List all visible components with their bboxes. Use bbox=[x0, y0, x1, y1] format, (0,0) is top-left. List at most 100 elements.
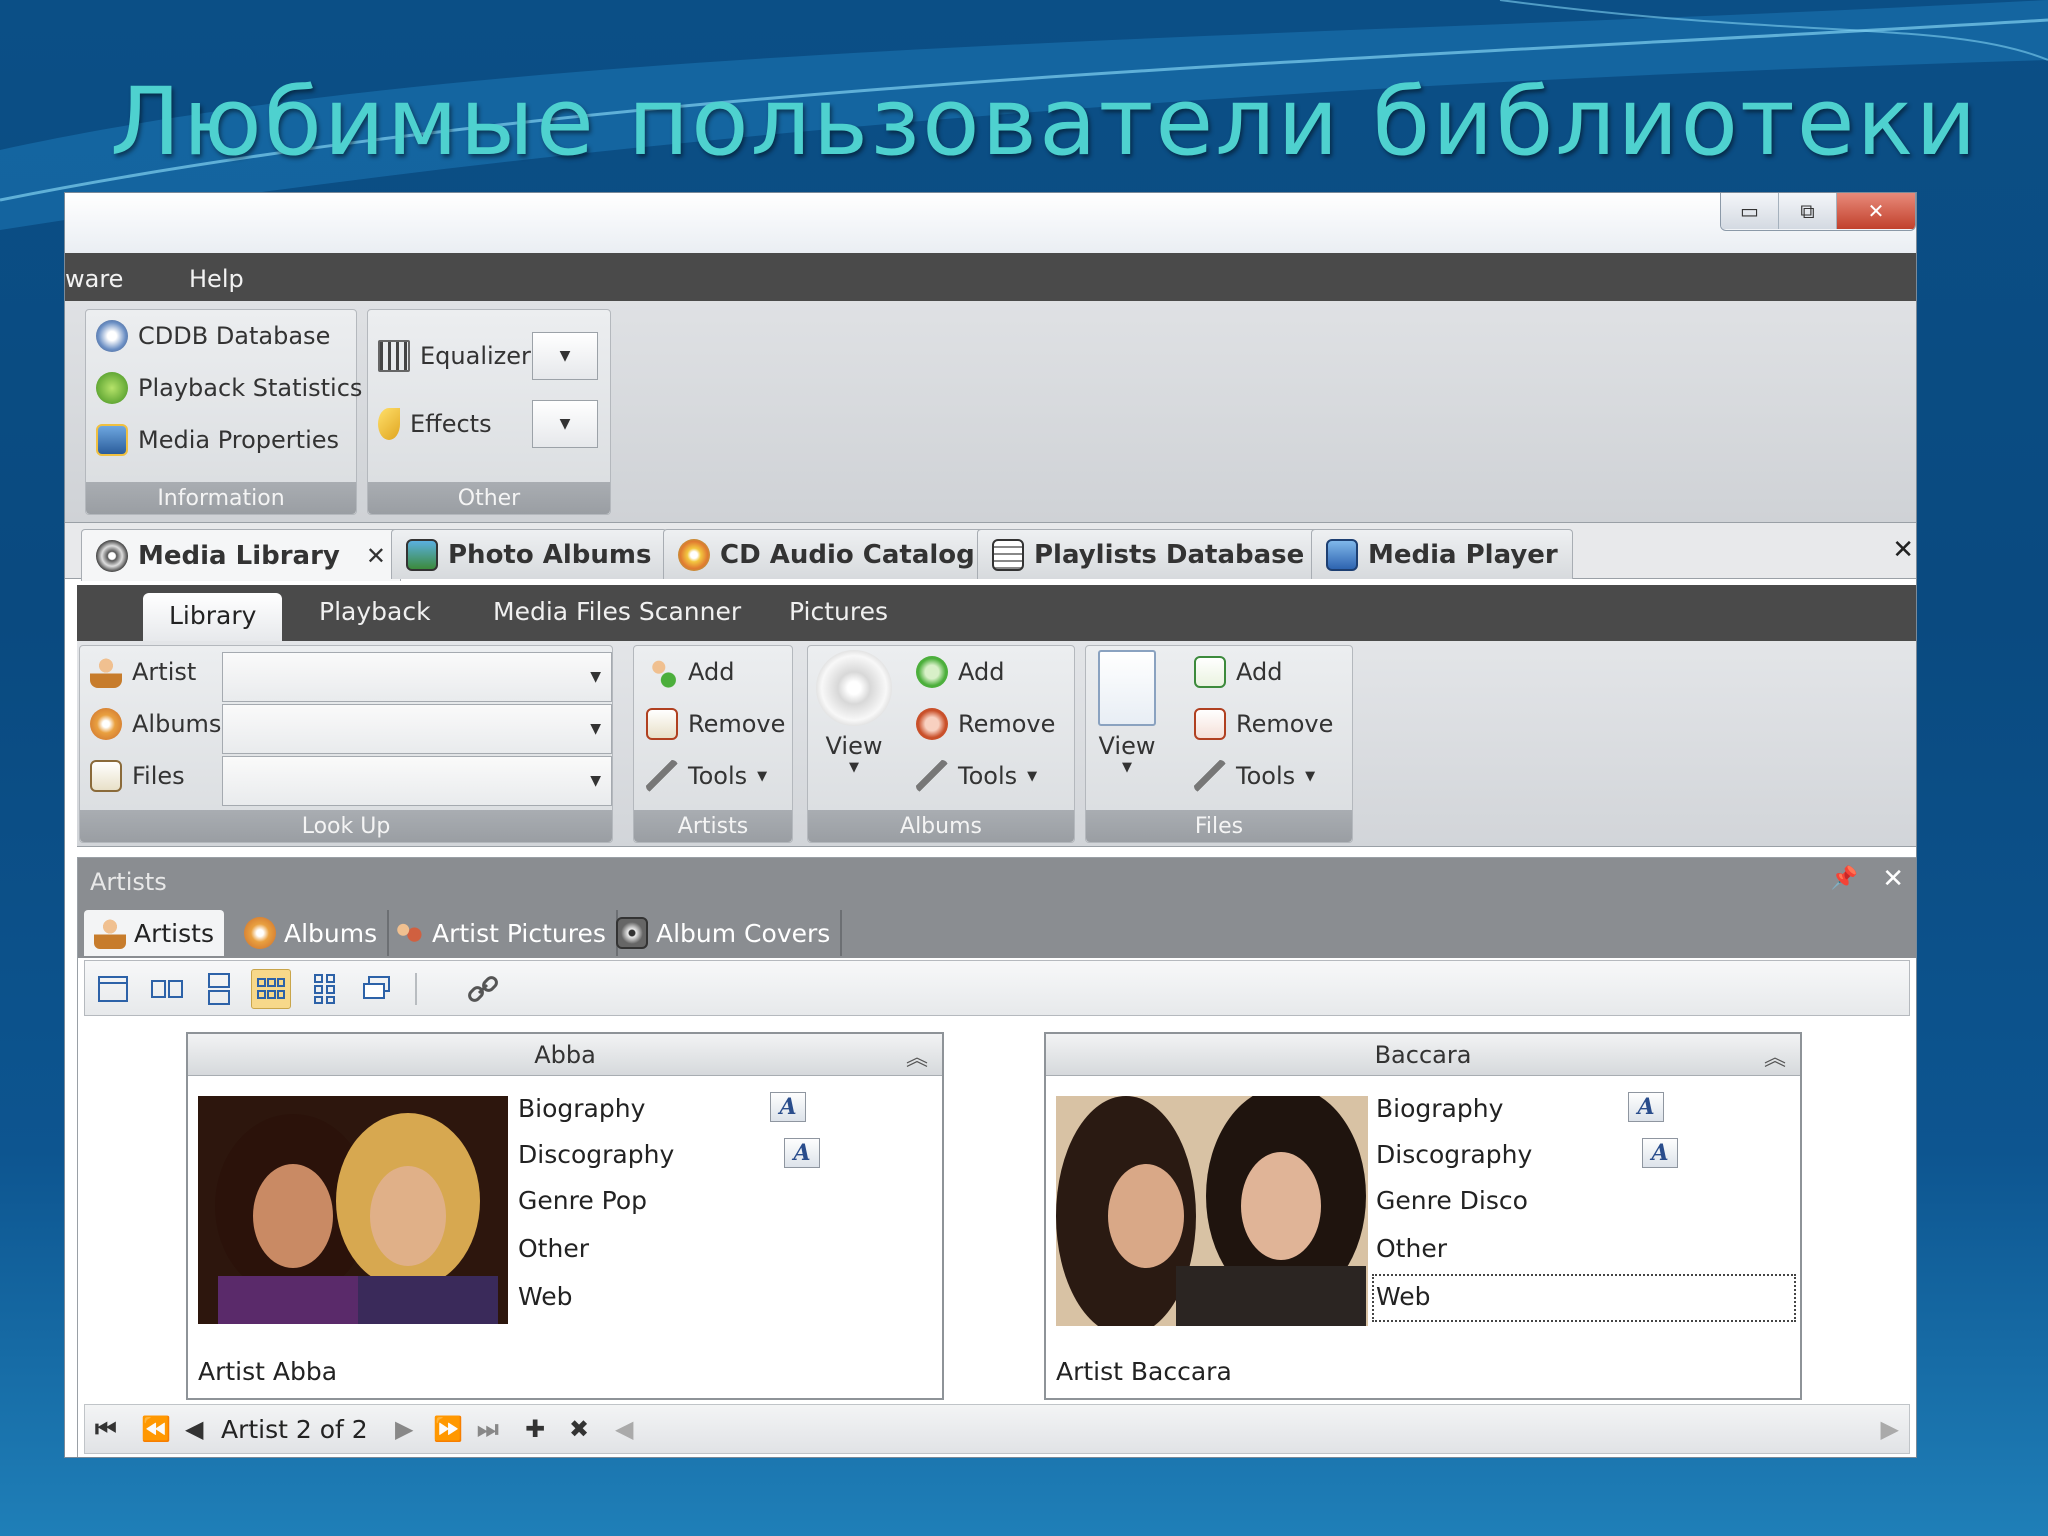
files-combo[interactable]: ▼ bbox=[222, 756, 612, 806]
tab-cd-audio-catalog[interactable]: CD Audio Catalog bbox=[663, 529, 990, 579]
tile-view-icon[interactable] bbox=[305, 969, 345, 1009]
edit-biography-icon[interactable]: A bbox=[770, 1092, 806, 1122]
tab-playlists-database[interactable]: Playlists Database bbox=[977, 529, 1320, 579]
tab-media-player-label: Media Player bbox=[1368, 539, 1558, 570]
scroll-right-icon[interactable]: ▶ bbox=[1881, 1415, 1899, 1443]
files-add-button[interactable]: Add bbox=[1194, 656, 1282, 688]
files-remove-button[interactable]: Remove bbox=[1194, 708, 1333, 740]
files-tools-button[interactable]: Tools ▼ bbox=[1194, 760, 1315, 792]
collapse-icon[interactable]: ︽ bbox=[1764, 1040, 1786, 1072]
tab-library[interactable]: Library bbox=[143, 593, 283, 641]
artists-panel: Artists 📌 ✕ Artists Albums Artist Pictur… bbox=[77, 857, 1916, 1457]
grid-view-icon[interactable] bbox=[251, 969, 291, 1009]
artists-remove-label: Remove bbox=[688, 710, 786, 738]
add-icon bbox=[646, 656, 678, 688]
remove-icon bbox=[646, 708, 678, 740]
field-discography[interactable]: Discography bbox=[518, 1140, 674, 1169]
edit-discography-icon[interactable]: A bbox=[1642, 1138, 1678, 1168]
first-record-icon[interactable]: ⏮ bbox=[95, 1415, 117, 1443]
last-record-icon[interactable]: ⏭ bbox=[477, 1415, 499, 1443]
artist-card-baccara[interactable]: Baccara ︽ Biography Discography Genre Di… bbox=[1044, 1032, 1802, 1400]
tab-media-files-scanner[interactable]: Media Files Scanner bbox=[493, 597, 741, 626]
playback-statistics-label: Playback Statistics bbox=[138, 374, 363, 402]
close-panel-icon[interactable]: ✕ bbox=[1882, 864, 1904, 894]
note-icon bbox=[1098, 650, 1156, 726]
equalizer-button[interactable]: Equalizer bbox=[378, 340, 531, 372]
carousel-view-icon[interactable] bbox=[357, 969, 397, 1009]
playback-statistics-button[interactable]: Playback Statistics bbox=[96, 372, 362, 404]
film-reel-icon bbox=[96, 539, 128, 572]
menu-help[interactable]: Help bbox=[189, 265, 244, 293]
next-record-icon[interactable]: ▶ bbox=[395, 1415, 413, 1443]
group-artists: Add Remove Tools ▼ Artists bbox=[633, 645, 793, 843]
pin-icon[interactable]: 📌 bbox=[1831, 866, 1858, 891]
delete-record-icon[interactable]: ✖ bbox=[569, 1415, 589, 1443]
media-properties-button[interactable]: Media Properties bbox=[96, 424, 339, 456]
artist-photo bbox=[1056, 1096, 1368, 1326]
toolbar-separator bbox=[415, 973, 417, 1005]
prev-page-icon[interactable]: ⏪ bbox=[141, 1415, 171, 1443]
tools-icon bbox=[646, 760, 678, 792]
albums-view-label: View bbox=[825, 732, 883, 760]
field-other[interactable]: Other bbox=[518, 1234, 589, 1263]
subtab-album-covers[interactable]: Album Covers bbox=[606, 910, 843, 956]
tab-pictures[interactable]: Pictures bbox=[789, 597, 888, 626]
equalizer-dropdown[interactable]: ▼ bbox=[532, 332, 598, 380]
next-page-icon[interactable]: ⏩ bbox=[433, 1415, 463, 1443]
artists-remove-button[interactable]: Remove bbox=[646, 708, 785, 740]
files-view-button[interactable]: View ▼ bbox=[1098, 650, 1156, 775]
field-discography[interactable]: Discography bbox=[1376, 1140, 1532, 1169]
close-all-tabs-icon[interactable]: ✕ bbox=[1892, 535, 1914, 565]
tab-cd-audio-catalog-label: CD Audio Catalog bbox=[720, 539, 975, 570]
slide-title: Любимые пользователи библиотеки bbox=[110, 68, 1979, 177]
subtab-artist-pictures[interactable]: Artist Pictures bbox=[382, 910, 618, 956]
subtab-artists[interactable]: Artists bbox=[84, 910, 224, 956]
effects-button[interactable]: Effects bbox=[378, 408, 492, 440]
artist-combo[interactable]: ▼ bbox=[222, 652, 612, 702]
albums-combo[interactable]: ▼ bbox=[222, 704, 612, 754]
album-covers-icon bbox=[616, 917, 648, 949]
albums-add-button[interactable]: Add bbox=[916, 656, 1004, 688]
field-web[interactable]: Web bbox=[518, 1282, 573, 1311]
tab-media-player[interactable]: Media Player bbox=[1311, 529, 1573, 579]
subtab-albums[interactable]: Albums bbox=[234, 910, 390, 956]
tab-playback[interactable]: Playback bbox=[319, 597, 431, 626]
tools-icon bbox=[1194, 760, 1226, 792]
albums-remove-button[interactable]: Remove bbox=[916, 708, 1055, 740]
effects-dropdown[interactable]: ▼ bbox=[532, 400, 598, 448]
tab-media-library-label: Media Library bbox=[138, 540, 340, 571]
albums-tools-button[interactable]: Tools ▼ bbox=[916, 760, 1037, 792]
card-header: Baccara bbox=[1046, 1034, 1800, 1076]
two-column-view-icon[interactable] bbox=[147, 969, 187, 1009]
subtab-artists-label: Artists bbox=[134, 918, 214, 948]
artists-add-button[interactable]: Add bbox=[646, 656, 734, 688]
collapse-icon[interactable]: ︽ bbox=[906, 1040, 928, 1072]
artists-panel-title: Artists bbox=[90, 868, 167, 896]
link-icon[interactable] bbox=[463, 969, 503, 1009]
edit-discography-icon[interactable]: A bbox=[784, 1138, 820, 1168]
edit-biography-icon[interactable]: A bbox=[1628, 1092, 1664, 1122]
tab-photo-albums[interactable]: Photo Albums bbox=[391, 529, 667, 579]
minimize-button[interactable]: ▭ bbox=[1721, 193, 1779, 229]
menu-software[interactable]: ware bbox=[65, 265, 123, 293]
field-biography[interactable]: Biography bbox=[1376, 1094, 1503, 1123]
field-web[interactable]: Web bbox=[1376, 1282, 1431, 1311]
add-icon bbox=[916, 656, 948, 688]
single-view-icon[interactable] bbox=[93, 969, 133, 1009]
field-biography[interactable]: Biography bbox=[518, 1094, 645, 1123]
close-tab-icon[interactable]: ✕ bbox=[366, 542, 386, 570]
tab-media-library[interactable]: Media Library ✕ bbox=[81, 529, 401, 581]
maximize-button[interactable]: ⧉ bbox=[1779, 193, 1837, 229]
scroll-left-icon[interactable]: ◀ bbox=[615, 1415, 633, 1443]
field-other[interactable]: Other bbox=[1376, 1234, 1447, 1263]
cddb-database-button[interactable]: CDDB Database bbox=[96, 320, 330, 352]
prev-record-icon[interactable]: ◀ bbox=[185, 1415, 203, 1443]
artist-card-abba[interactable]: Abba ︽ Biography Discography Genre Pop O… bbox=[186, 1032, 944, 1400]
remove-icon bbox=[916, 708, 948, 740]
albums-view-button[interactable]: View ▼ bbox=[816, 650, 892, 775]
close-button[interactable]: ✕ bbox=[1837, 193, 1915, 229]
two-row-view-icon[interactable] bbox=[199, 969, 239, 1009]
add-record-icon[interactable]: ✚ bbox=[525, 1415, 545, 1443]
artists-tools-button[interactable]: Tools ▼ bbox=[646, 760, 767, 792]
albums-remove-label: Remove bbox=[958, 710, 1056, 738]
